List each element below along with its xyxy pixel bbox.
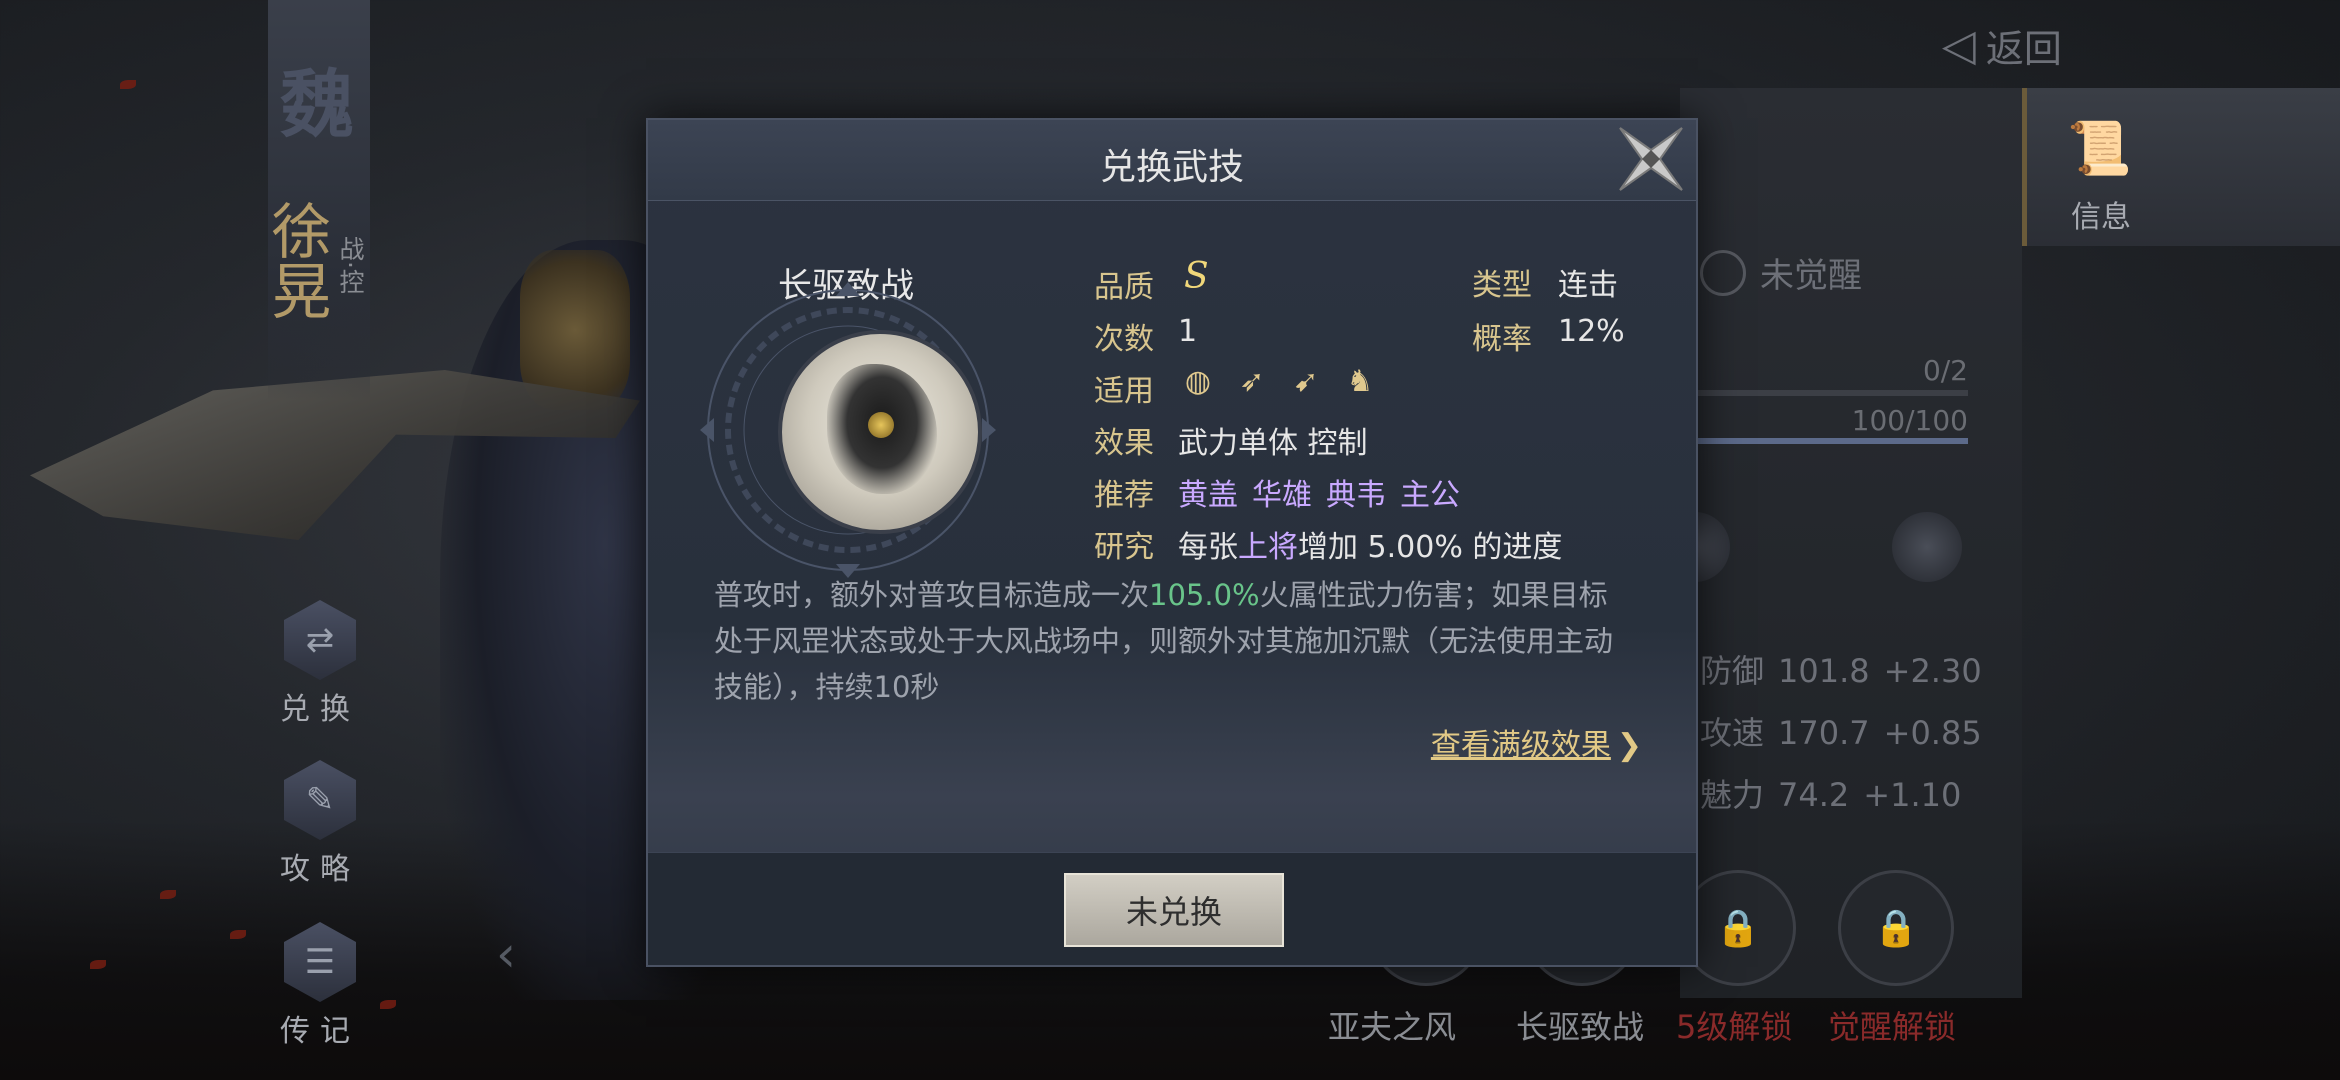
exchange-side-button[interactable]: ⇄ 兑换 (270, 600, 370, 728)
apply-icons: ◍ ➶ ➹ ♞ (1178, 362, 1394, 402)
stat-bonus: +0.85 (1883, 714, 1982, 752)
close-icon (1619, 127, 1683, 191)
side-button-label: 传记 (280, 1014, 360, 1049)
tab-info-label: 信息 (2071, 200, 2131, 235)
skill-description: 普攻时，额外对普攻目标造成一次105.0%火属性武力伤害；如果目标处于风罡状态或… (714, 572, 1634, 710)
awake-label: 未觉醒 (1760, 256, 1862, 296)
skill-slot-label: 长驱致战 (1516, 1008, 1645, 1046)
chevron-left-icon[interactable]: ‹ (496, 925, 516, 983)
skill-slot-label: 亚夫之风 (1328, 1008, 1457, 1046)
count-label: 次数 (1094, 322, 1154, 357)
horse-icon: ♞ (1346, 364, 1374, 399)
stat-value: 101.8 (1778, 652, 1870, 690)
awake-ring-icon (1700, 249, 1746, 296)
tab-info[interactable]: 📜 信息 (2022, 88, 2340, 246)
shield-icon: ◍ (1184, 364, 1212, 399)
leaf (90, 960, 106, 969)
effect-label: 效果 (1094, 426, 1154, 461)
skill-portrait (778, 330, 982, 534)
lock-icon: 🔒 (1715, 908, 1761, 949)
leaf (380, 1000, 396, 1009)
biography-icon: ☰ (284, 922, 356, 1002)
chevron-right-icon: ❯ (1616, 728, 1642, 763)
rate-value: 12% (1558, 314, 1625, 349)
stat-value: 74.2 (1778, 776, 1850, 814)
side-button-label: 兑换 (280, 692, 360, 727)
dialog-header: 兑换武技 (648, 120, 1696, 201)
hero-name: 徐晃 (261, 200, 331, 320)
awake-status: 未觉醒 (1700, 248, 1862, 297)
desc-highlight: 105.0% (1149, 578, 1260, 612)
exchange-icon: ⇄ (284, 600, 356, 680)
stat-speed: 攻速 170.7 +0.85 (1700, 708, 1996, 754)
skill-slot-4[interactable]: 🔒 (1838, 870, 1954, 986)
leaf (160, 890, 176, 899)
skill-circle-icon[interactable] (1892, 512, 1962, 582)
research-highlight: 上将 (1238, 530, 1298, 565)
stat-name: 防御 (1700, 652, 1765, 690)
leaf (120, 80, 136, 89)
stat-value: 170.7 (1778, 714, 1870, 752)
quality-label: 品质 (1094, 270, 1154, 305)
stat-name: 魅力 (1700, 776, 1765, 814)
progress-1-text: 0/2 (1922, 354, 1968, 387)
back-button[interactable]: ◁ 返回 (1942, 18, 2062, 73)
type-value: 连击 (1558, 268, 1618, 303)
stat-charisma: 魅力 74.2 +1.10 (1700, 770, 1975, 816)
skill-slot-label: 5级解锁 (1676, 1008, 1793, 1046)
hero-detail-panel (1680, 88, 2022, 998)
stat-bonus: +1.10 (1863, 776, 1962, 814)
recommend-item[interactable]: 黄盖 (1178, 478, 1238, 513)
progress-2-text: 100/100 (1851, 404, 1968, 437)
side-button-label: 攻略 (280, 852, 360, 887)
recommend-list: 黄盖 华雄 典韦 主公 (1178, 470, 1474, 514)
back-label: 返回 (1985, 27, 2062, 71)
dialog-footer: 未兑换 (648, 852, 1696, 965)
research-value: 每张上将增加 5.00% 的进度 (1178, 522, 1562, 566)
stat-bonus: +2.30 (1883, 652, 1982, 690)
research-suffix: 增加 5.00% 的进度 (1298, 530, 1563, 565)
view-full-label: 查看满级效果 (1430, 728, 1611, 763)
stat-name: 攻速 (1700, 714, 1765, 752)
exchange-button[interactable]: 未兑换 (1064, 873, 1284, 947)
type-label: 类型 (1472, 268, 1532, 303)
recommend-label: 推荐 (1094, 478, 1154, 513)
scroll-icon: 📜 (2067, 119, 2132, 179)
faction-mark: 魏 (280, 62, 354, 148)
count-value: 1 (1178, 314, 1198, 349)
recommend-item[interactable]: 典韦 (1326, 478, 1386, 513)
lock-icon: 🔒 (1873, 908, 1919, 949)
hero-role: 战·控 (336, 236, 365, 294)
progress-2-bar (1690, 438, 1968, 444)
research-label: 研究 (1094, 530, 1154, 565)
recommend-item[interactable]: 主公 (1400, 478, 1460, 513)
quality-value: S (1184, 256, 1209, 297)
guide-side-button[interactable]: ✎ 攻略 (270, 760, 370, 888)
desc-part1: 普攻时，额外对普攻目标造成一次 (714, 578, 1150, 612)
stat-defense: 防御 101.8 +2.30 (1700, 646, 1996, 692)
apply-label: 适用 (1094, 374, 1154, 409)
leaf (230, 930, 246, 939)
view-full-effect-link[interactable]: 查看满级效果 ❯ (1431, 720, 1642, 764)
bow-icon: ➶ (1239, 364, 1265, 399)
recommend-item[interactable]: 华雄 (1252, 478, 1312, 513)
guide-icon: ✎ (284, 760, 356, 840)
spear-icon: ➹ (1293, 364, 1319, 399)
effect-value: 武力单体 控制 (1178, 426, 1368, 461)
biography-side-button[interactable]: ☰ 传记 (270, 922, 370, 1050)
back-arrow-icon: ◁ (1942, 20, 1976, 71)
rate-label: 概率 (1472, 322, 1532, 357)
skill-slot-label: 觉醒解锁 (1828, 1008, 1957, 1046)
close-button[interactable] (1614, 122, 1688, 196)
progress-1-bar (1690, 390, 1968, 396)
research-prefix: 每张 (1178, 530, 1238, 565)
exchange-skill-dialog: 兑换武技 长驱致战 品质 S 类型 连击 次数 1 概率 12% 适用 ◍➶➹♞… (646, 118, 1698, 967)
dialog-title: 兑换武技 (1099, 147, 1244, 188)
